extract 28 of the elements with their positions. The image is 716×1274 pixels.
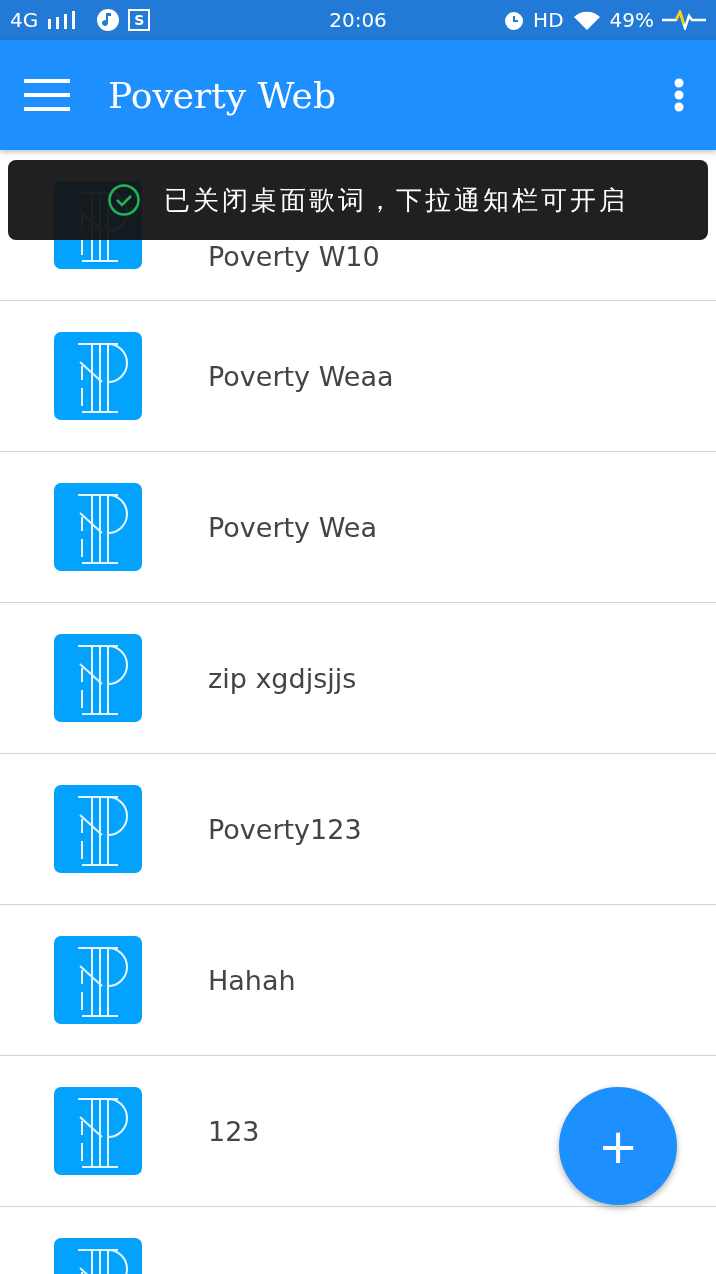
item-title: Poverty123 xyxy=(208,813,362,845)
web-app-icon xyxy=(54,785,142,873)
app-notification-icon: S xyxy=(128,9,151,31)
app-title: Poverty Web xyxy=(108,74,337,116)
item-title: Poverty Wea xyxy=(208,511,377,543)
heartbeat-icon xyxy=(662,10,706,30)
item-title: Hahah xyxy=(208,964,296,996)
web-app-icon xyxy=(54,1087,142,1175)
web-app-icon xyxy=(54,634,142,722)
battery-level: 49% xyxy=(609,8,654,32)
toast-message: 已关闭桌面歌词，下拉通知栏可开启 xyxy=(164,183,628,217)
clock-time: 20:06 xyxy=(329,8,387,32)
network-type: 4G xyxy=(10,8,39,32)
checkmark-icon xyxy=(108,184,140,216)
signal-icon xyxy=(46,11,77,29)
web-app-icon xyxy=(54,483,142,571)
menu-button[interactable] xyxy=(24,79,70,111)
add-button[interactable]: + xyxy=(559,1087,677,1205)
item-title: 123 xyxy=(208,1115,260,1147)
item-title: zip xgdjsjjs xyxy=(208,662,357,694)
web-app-icon xyxy=(54,332,142,420)
web-app-icon xyxy=(54,936,142,1024)
music-note-icon xyxy=(96,8,121,32)
hd-indicator: HD xyxy=(533,8,564,32)
item-title: Poverty Weaa xyxy=(208,360,394,392)
more-options-button[interactable] xyxy=(674,78,684,112)
alarm-icon xyxy=(503,9,526,31)
item-title: Poverty W10 xyxy=(208,240,380,272)
